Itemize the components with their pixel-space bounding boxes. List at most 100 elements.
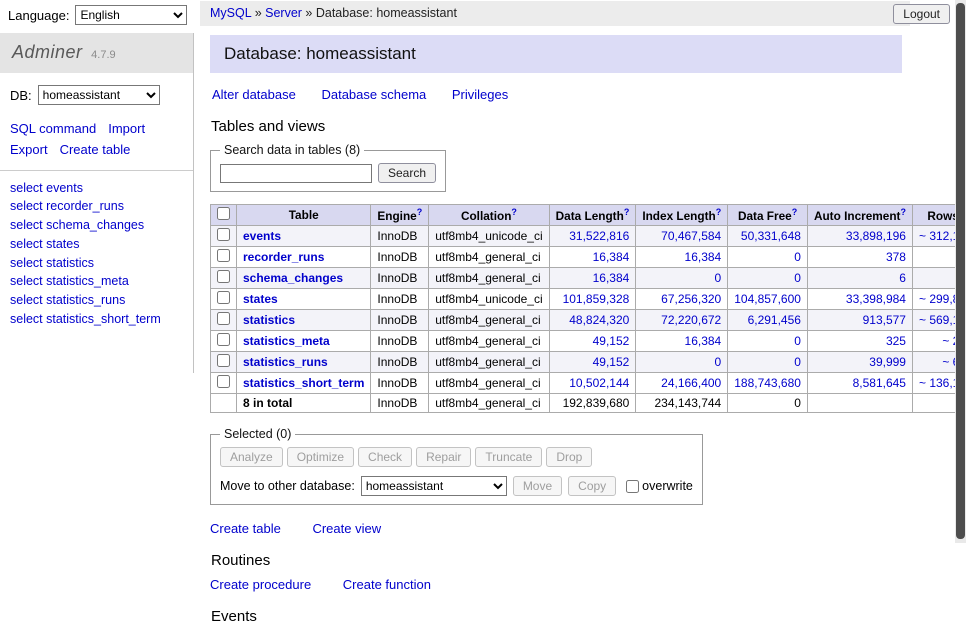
data-length-link[interactable]: 31,522,816 [569,229,629,243]
data-length-link[interactable]: 49,152 [593,355,630,369]
table-name-link[interactable]: recorder_runs [243,250,324,264]
breadcrumb-item[interactable]: Server [265,6,302,20]
sidebar-select-link[interactable]: select statistics_meta [10,272,183,291]
sidebar-select-link[interactable]: select statistics_short_term [10,310,183,329]
truncate-button[interactable]: Truncate [475,447,542,467]
help-link[interactable]: ? [417,207,423,217]
table-name-link[interactable]: statistics [243,313,295,327]
data-free-link[interactable]: 188,743,680 [734,376,801,390]
search-button[interactable]: Search [378,163,436,183]
sidebar-select-link[interactable]: select statistics_runs [10,291,183,310]
row-checkbox[interactable] [217,249,230,262]
column-header-engine[interactable]: Engine? [371,205,429,226]
scrollbar-track[interactable] [955,0,966,543]
index-length-link[interactable]: 67,256,320 [661,292,721,306]
alter-database-link[interactable]: Alter database [212,87,296,102]
index-length-link[interactable]: 0 [715,271,722,285]
select-all-checkbox[interactable] [217,207,230,220]
index-length-link[interactable]: 0 [715,355,722,369]
column-header-data-length[interactable]: Data Length? [549,205,636,226]
index-length-link[interactable]: 24,166,400 [661,376,721,390]
create-table-link[interactable]: Create table [210,521,281,536]
optimize-button[interactable]: Optimize [287,447,354,467]
language-select[interactable]: English [75,5,187,25]
table-name-link[interactable]: states [243,292,278,306]
help-link[interactable]: ? [900,207,906,217]
database-schema-link[interactable]: Database schema [321,87,426,102]
sidebar-select-link[interactable]: select states [10,235,183,254]
column-header-auto-increment[interactable]: Auto Increment? [807,205,912,226]
data-free-link[interactable]: 104,857,600 [734,292,801,306]
column-header-data-free[interactable]: Data Free? [728,205,808,226]
create-table-link-sidebar[interactable]: Create table [60,142,131,157]
row-checkbox[interactable] [217,333,230,346]
breadcrumb-item[interactable]: MySQL [210,6,251,20]
scrollbar-thumb[interactable] [956,3,965,539]
data-free-link[interactable]: 50,331,648 [741,229,801,243]
data-length-link[interactable]: 16,384 [593,250,630,264]
overwrite-checkbox[interactable] [626,480,639,493]
row-checkbox[interactable] [217,291,230,304]
export-link[interactable]: Export [10,142,48,157]
row-checkbox[interactable] [217,312,230,325]
table-name-link[interactable]: events [243,229,281,243]
data-length-link[interactable]: 49,152 [593,334,630,348]
import-link[interactable]: Import [108,121,145,136]
sql-command-link[interactable]: SQL command [10,121,96,136]
auto-increment-link[interactable]: 378 [886,250,906,264]
check-button[interactable]: Check [358,447,412,467]
auto-increment-link[interactable]: 6 [899,271,906,285]
index-length-link[interactable]: 16,384 [685,250,722,264]
data-length-link[interactable]: 48,824,320 [569,313,629,327]
sidebar-select-link[interactable]: select recorder_runs [10,197,183,216]
auto-increment-link[interactable]: 325 [886,334,906,348]
index-length-link[interactable]: 16,384 [685,334,722,348]
logout-button[interactable]: Logout [893,4,950,24]
create-function-link[interactable]: Create function [343,577,431,592]
table-name-link[interactable]: schema_changes [243,271,343,285]
search-input[interactable] [220,164,372,183]
data-length-link[interactable]: 10,502,144 [569,376,629,390]
column-header-collation[interactable]: Collation? [429,205,549,226]
table-name-link[interactable]: statistics_short_term [243,376,364,390]
data-length-link[interactable]: 101,859,328 [563,292,630,306]
index-length-link[interactable]: 72,220,672 [661,313,721,327]
analyze-button[interactable]: Analyze [220,447,283,467]
row-checkbox[interactable] [217,354,230,367]
sidebar-select-link[interactable]: select schema_changes [10,216,183,235]
data-free-link[interactable]: 6,291,456 [748,313,801,327]
create-view-link[interactable]: Create view [312,521,381,536]
help-link[interactable]: ? [792,207,798,217]
auto-increment-link[interactable]: 33,398,984 [846,292,906,306]
sidebar-select-link[interactable]: select statistics [10,254,183,273]
auto-increment-link[interactable]: 913,577 [863,313,906,327]
sidebar-select-link[interactable]: select events [10,179,183,198]
index-length-link[interactable]: 70,467,584 [661,229,721,243]
db-select[interactable]: homeassistant [38,85,160,105]
copy-button[interactable]: Copy [568,476,616,496]
auto-increment-link[interactable]: 39,999 [869,355,906,369]
data-free-link[interactable]: 0 [794,334,801,348]
help-link[interactable]: ? [624,207,630,217]
row-checkbox[interactable] [217,228,230,241]
privileges-link[interactable]: Privileges [452,87,508,102]
table-name-link[interactable]: statistics_meta [243,334,330,348]
data-free-link[interactable]: 0 [794,250,801,264]
column-header-table[interactable]: Table [237,205,371,226]
help-link[interactable]: ? [511,207,517,217]
move-database-select[interactable]: homeassistant [361,476,507,496]
auto-increment-link[interactable]: 8,581,645 [853,376,906,390]
data-length-link[interactable]: 16,384 [593,271,630,285]
repair-button[interactable]: Repair [416,447,471,467]
row-checkbox[interactable] [217,270,230,283]
column-header-index-length[interactable]: Index Length? [636,205,728,226]
auto-increment-link[interactable]: 33,898,196 [846,229,906,243]
table-name-link[interactable]: statistics_runs [243,355,328,369]
drop-button[interactable]: Drop [546,447,592,467]
data-free-link[interactable]: 0 [794,271,801,285]
move-button[interactable]: Move [513,476,562,496]
create-procedure-link[interactable]: Create procedure [210,577,311,592]
data-free-link[interactable]: 0 [794,355,801,369]
row-checkbox[interactable] [217,375,230,388]
help-link[interactable]: ? [716,207,722,217]
